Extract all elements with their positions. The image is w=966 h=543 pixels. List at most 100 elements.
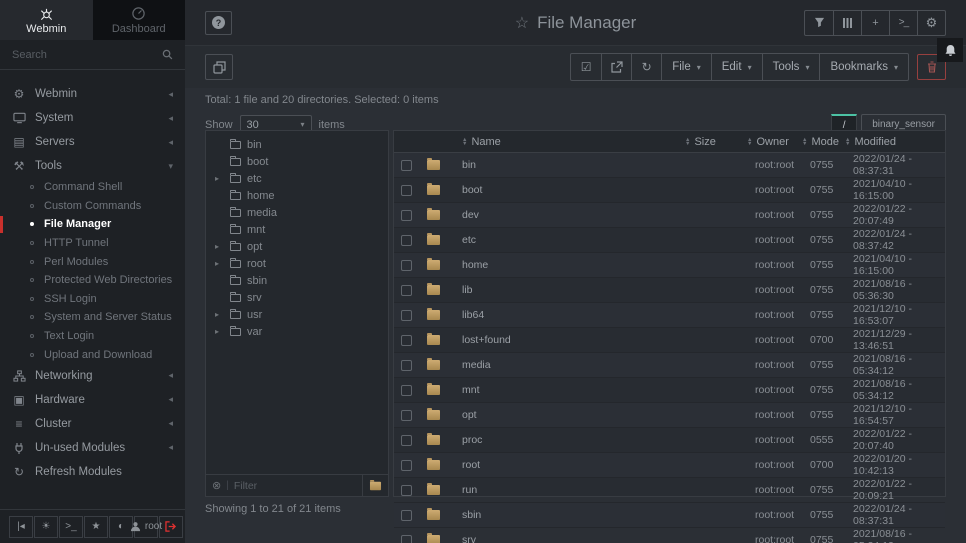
- table-row[interactable]: srvroot:root07552021/08/16 - 05:34:12: [394, 528, 945, 543]
- file-name[interactable]: opt: [448, 409, 683, 421]
- search-input[interactable]: [12, 49, 156, 61]
- file-name[interactable]: sbin: [448, 509, 683, 521]
- columns-icon[interactable]: [833, 11, 861, 35]
- caret-right-icon[interactable]: ▸: [215, 242, 230, 251]
- file-name[interactable]: bin: [448, 159, 683, 171]
- tree-item-srv[interactable]: srv: [206, 289, 388, 306]
- favorites-star-button[interactable]: ★: [84, 516, 108, 538]
- tree-item-etc[interactable]: ▸etc: [206, 170, 388, 187]
- sort-icon[interactable]: ▲▼: [747, 138, 752, 146]
- row-checkbox[interactable]: [401, 335, 412, 346]
- file-name[interactable]: lib64: [448, 309, 683, 321]
- file-name[interactable]: home: [448, 259, 683, 271]
- tree-item-boot[interactable]: boot: [206, 153, 388, 170]
- caret-right-icon[interactable]: ▸: [215, 174, 230, 183]
- column-header-owner[interactable]: ▲▼Owner: [745, 136, 800, 148]
- file-name[interactable]: run: [448, 484, 683, 496]
- table-row[interactable]: sbinroot:root07552022/01/24 - 08:37:31: [394, 503, 945, 528]
- filter-folder-button[interactable]: [362, 475, 382, 496]
- menu-edit[interactable]: Edit▾: [711, 54, 762, 80]
- table-row[interactable]: mntroot:root07552021/08/16 - 05:34:12: [394, 378, 945, 403]
- file-name[interactable]: etc: [448, 234, 683, 246]
- file-name[interactable]: lost+found: [448, 334, 683, 346]
- file-name[interactable]: root: [448, 459, 683, 471]
- sidebar-item-upload-and-download[interactable]: Upload and Download: [0, 345, 185, 364]
- table-row[interactable]: runroot:root07552022/01/22 - 20:09:21: [394, 478, 945, 503]
- tree-item-bin[interactable]: bin: [206, 136, 388, 153]
- row-checkbox[interactable]: [401, 485, 412, 496]
- file-name[interactable]: boot: [448, 184, 683, 196]
- sort-icon[interactable]: ▲▼: [845, 138, 850, 146]
- tree-item-media[interactable]: media: [206, 204, 388, 221]
- share-button[interactable]: [601, 54, 631, 80]
- file-name[interactable]: lib: [448, 284, 683, 296]
- sidebar-item-ssh-login[interactable]: SSH Login: [0, 290, 185, 309]
- table-row[interactable]: devroot:root07552022/01/22 - 20:07:49: [394, 203, 945, 228]
- file-name[interactable]: proc: [448, 434, 683, 446]
- sidebar-category-refresh-modules[interactable]: ↻Refresh Modules: [0, 460, 185, 484]
- table-row[interactable]: bootroot:root07552021/04/10 - 16:15:00: [394, 178, 945, 203]
- row-checkbox[interactable]: [401, 260, 412, 271]
- column-header-mode[interactable]: ▲▼Mode: [800, 136, 843, 148]
- column-header-modified[interactable]: ▲▼Modified: [843, 136, 945, 148]
- sidebar-item-command-shell[interactable]: Command Shell: [0, 178, 185, 197]
- tab-webmin[interactable]: Webmin: [0, 0, 93, 40]
- sidebar-item-system-and-server-status[interactable]: System and Server Status: [0, 308, 185, 327]
- tree-item-mnt[interactable]: mnt: [206, 221, 388, 238]
- row-checkbox[interactable]: [401, 185, 412, 196]
- tree-item-home[interactable]: home: [206, 187, 388, 204]
- logout-button[interactable]: [159, 516, 183, 538]
- table-row[interactable]: procroot:root05552022/01/22 - 20:07:40: [394, 428, 945, 453]
- tree-item-opt[interactable]: ▸opt: [206, 238, 388, 255]
- sidebar-category-cluster[interactable]: ≡Cluster◂: [0, 412, 185, 436]
- caret-right-icon[interactable]: ▸: [215, 259, 230, 268]
- sidebar-item-custom-commands[interactable]: Custom Commands: [0, 197, 185, 216]
- row-checkbox[interactable]: [401, 160, 412, 171]
- table-row[interactable]: lib64root:root07552021/12/10 - 16:53:07: [394, 303, 945, 328]
- column-header-size[interactable]: ▲▼Size: [683, 136, 745, 148]
- sort-icon[interactable]: ▲▼: [462, 138, 467, 146]
- table-row[interactable]: homeroot:root07552021/04/10 - 16:15:00: [394, 253, 945, 278]
- sidebar-category-hardware[interactable]: ▣Hardware◂: [0, 388, 185, 412]
- sidebar-category-tools[interactable]: ⚒Tools▾: [0, 154, 185, 178]
- notifications-button[interactable]: [937, 38, 963, 62]
- table-row[interactable]: mediaroot:root07552021/08/16 - 05:34:12: [394, 353, 945, 378]
- sort-icon[interactable]: ▲▼: [802, 138, 807, 146]
- terminal-icon[interactable]: >_: [889, 11, 917, 35]
- help-button[interactable]: ?: [205, 11, 232, 35]
- column-header-name[interactable]: ▲▼Name: [448, 136, 683, 148]
- tree-filter-input[interactable]: [234, 480, 357, 492]
- table-row[interactable]: libroot:root07552021/08/16 - 05:36:30: [394, 278, 945, 303]
- row-checkbox[interactable]: [401, 510, 412, 521]
- row-checkbox[interactable]: [401, 285, 412, 296]
- menu-file[interactable]: File▾: [661, 54, 711, 80]
- row-checkbox[interactable]: [401, 410, 412, 421]
- gear-icon[interactable]: ⚙: [917, 11, 945, 35]
- sort-icon[interactable]: ▲▼: [685, 138, 690, 146]
- sidebar-item-perl-modules[interactable]: Perl Modules: [0, 252, 185, 271]
- sidebar-category-webmin[interactable]: ⚙Webmin◂: [0, 82, 185, 106]
- theme-sun-button[interactable]: ☀: [34, 516, 58, 538]
- table-row[interactable]: optroot:root07552021/12/10 - 16:54:57: [394, 403, 945, 428]
- sidebar-item-http-tunnel[interactable]: HTTP Tunnel: [0, 234, 185, 253]
- sidebar-category-un-used-modules[interactable]: Un-used Modules◂: [0, 436, 185, 460]
- row-checkbox[interactable]: [401, 210, 412, 221]
- user-button[interactable]: root: [134, 516, 158, 538]
- sidebar-item-file-manager[interactable]: File Manager: [0, 215, 185, 234]
- sidebar-category-networking[interactable]: Networking◂: [0, 364, 185, 388]
- copy-path-button[interactable]: [205, 54, 233, 80]
- menu-tools[interactable]: Tools▾: [762, 54, 820, 80]
- tab-dashboard[interactable]: Dashboard: [93, 0, 186, 40]
- caret-right-icon[interactable]: ▸: [215, 327, 230, 336]
- row-checkbox[interactable]: [401, 385, 412, 396]
- table-row[interactable]: rootroot:root07002022/01/20 - 10:42:13: [394, 453, 945, 478]
- row-checkbox[interactable]: [401, 360, 412, 371]
- sidebar-item-text-login[interactable]: Text Login: [0, 327, 185, 346]
- file-name[interactable]: media: [448, 359, 683, 371]
- table-row[interactable]: binroot:root07552022/01/24 - 08:37:31: [394, 153, 945, 178]
- file-name[interactable]: srv: [448, 534, 683, 543]
- menu-bookmarks[interactable]: Bookmarks▾: [819, 54, 908, 80]
- file-name[interactable]: dev: [448, 209, 683, 221]
- star-outline-icon[interactable]: ☆: [515, 13, 529, 33]
- row-checkbox[interactable]: [401, 535, 412, 543]
